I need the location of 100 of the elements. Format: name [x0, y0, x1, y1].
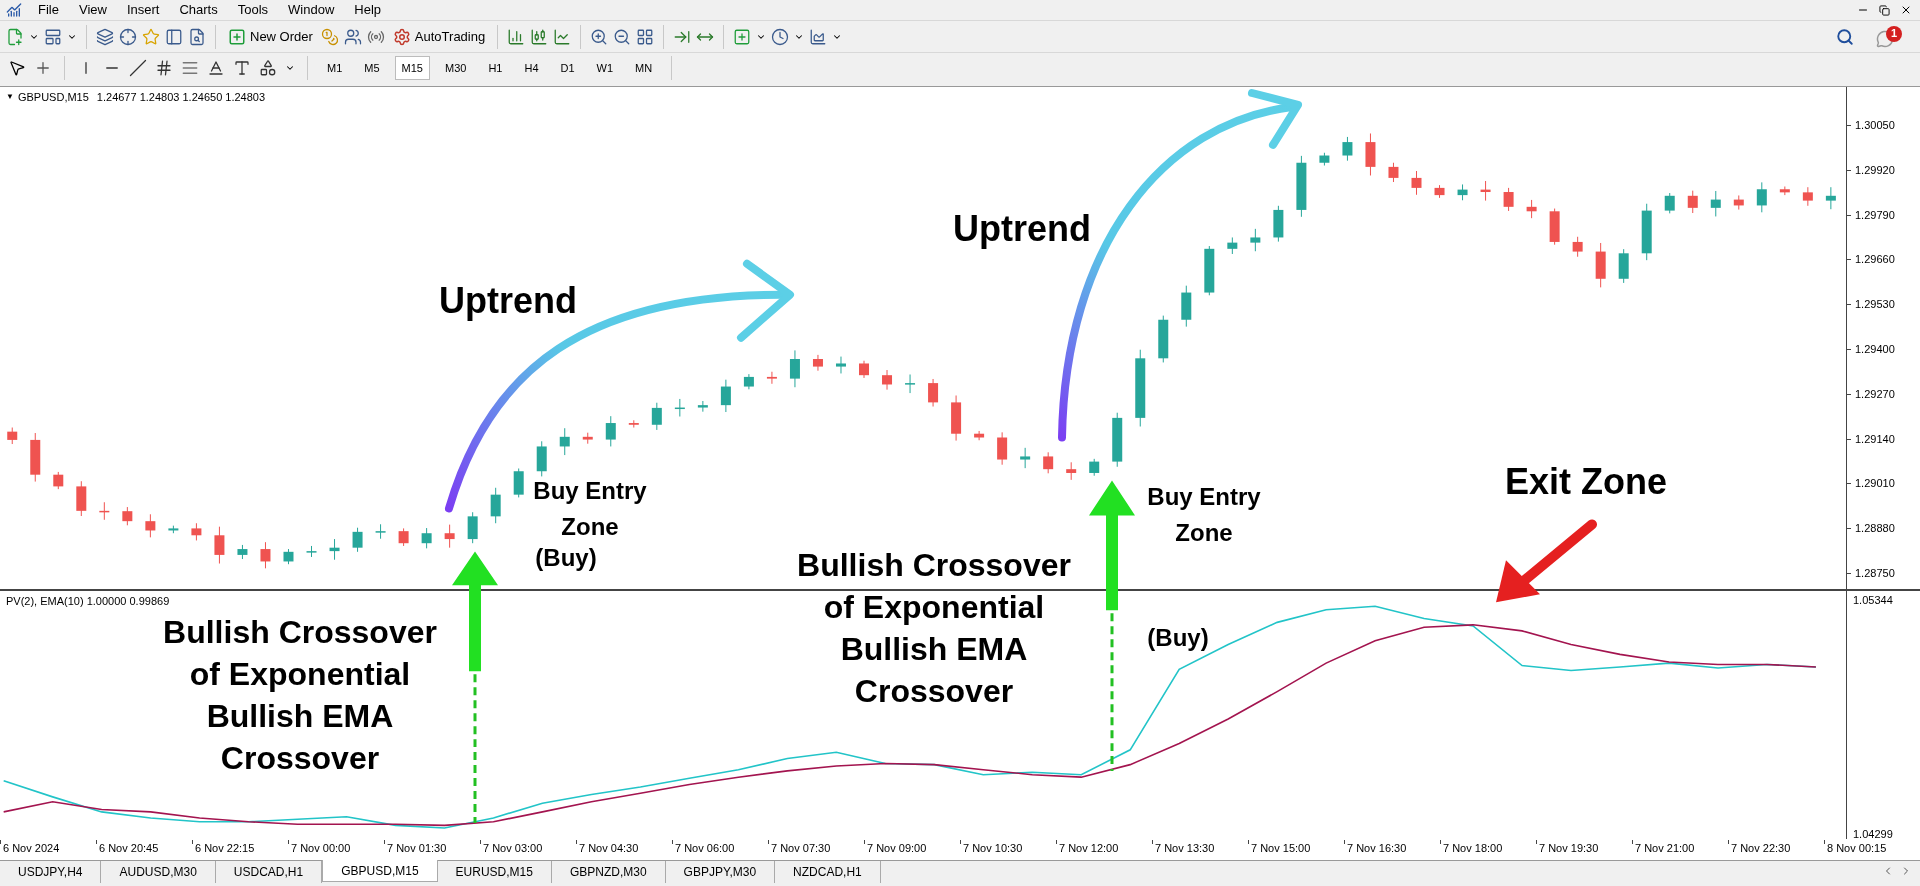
- timeframe-button[interactable]: W1: [589, 56, 621, 80]
- time-tick: 7 Nov 12:00: [1059, 841, 1119, 856]
- price-tick: 1.29660: [1855, 252, 1895, 267]
- menu-item[interactable]: Help: [344, 0, 392, 20]
- menu-item[interactable]: View: [68, 0, 117, 20]
- candlestick: [812, 354, 823, 372]
- candlestick: [214, 526, 225, 565]
- time-tick: 7 Nov 13:30: [1155, 841, 1215, 856]
- candlestick: [720, 379, 731, 413]
- menu-item[interactable]: File: [28, 0, 69, 20]
- zoom-out-icon[interactable]: [613, 27, 632, 46]
- gear-icon: [392, 27, 411, 46]
- candlestick: [1043, 451, 1054, 474]
- new-chart-icon[interactable]: [6, 27, 24, 46]
- text-tool-icon[interactable]: [207, 59, 225, 77]
- entry-zone-label: Buy Entry Zone: [1147, 482, 1261, 548]
- search-icon[interactable]: [1836, 27, 1854, 46]
- candlestick: [1250, 228, 1261, 252]
- file-search-icon[interactable]: [188, 27, 206, 46]
- zoom-in-icon[interactable]: [590, 27, 609, 46]
- candlestick: [697, 400, 708, 413]
- candlestick: [1756, 181, 1767, 213]
- candlestick: [1388, 162, 1399, 183]
- time-tick: 7 Nov 19:30: [1539, 841, 1599, 856]
- timeframe-button[interactable]: M5: [357, 56, 387, 80]
- timeframe-button[interactable]: H1: [481, 56, 510, 80]
- time-tick: 7 Nov 06:00: [675, 841, 735, 856]
- price-tick: 1.29530: [1855, 297, 1895, 312]
- candlestick: [974, 430, 985, 441]
- line-chart-icon[interactable]: [553, 27, 572, 46]
- time-tick: 7 Nov 16:30: [1347, 841, 1407, 856]
- candlestick: [789, 349, 800, 388]
- price-tick: 1.29270: [1855, 386, 1895, 401]
- timeframe-button[interactable]: M15: [394, 56, 430, 80]
- time-tick: 7 Nov 21:00: [1635, 841, 1695, 856]
- timeframe-button[interactable]: MN: [628, 56, 660, 80]
- time-tick: 6 Nov 2024: [3, 841, 60, 856]
- bar-chart-icon[interactable]: [507, 27, 526, 46]
- candlestick: [352, 527, 363, 553]
- menu-item[interactable]: Tools: [227, 0, 279, 20]
- price-tick: 1.29920: [1855, 162, 1895, 177]
- time-tick: 7 Nov 04:30: [579, 841, 639, 856]
- uptrend-label: Uptrend: [439, 279, 577, 323]
- crosshair-icon[interactable]: [119, 27, 137, 46]
- uptrend-label: Uptrend: [953, 207, 1091, 251]
- menu-item[interactable]: Insert: [116, 0, 170, 20]
- crossover-label: Bullish Crossover of Exponential Bullish EMA Crossover: [163, 613, 437, 778]
- channel-icon[interactable]: [155, 59, 173, 77]
- collapse-icon[interactable]: ▼: [6, 91, 14, 104]
- time-tick: 7 Nov 09:00: [867, 841, 927, 856]
- timeframe-button[interactable]: D1: [553, 56, 582, 80]
- candlestick: [1020, 447, 1031, 469]
- timeframe-button[interactable]: M30: [437, 56, 474, 80]
- close-icon[interactable]: [1900, 4, 1912, 16]
- text-label-icon[interactable]: [233, 59, 251, 77]
- quote-values: 1.24677 1.24803 1.24650 1.24803: [96, 90, 266, 105]
- clock-icon[interactable]: [771, 27, 790, 46]
- shapes-icon[interactable]: [259, 59, 277, 77]
- indicator-tick: 1.04299: [1853, 827, 1893, 842]
- time-tick: 7 Nov 07:30: [771, 841, 831, 856]
- price-tick: 1.29140: [1855, 431, 1895, 446]
- star-icon[interactable]: [142, 27, 160, 46]
- candlestick-icon[interactable]: [530, 27, 549, 46]
- pointer-icon[interactable]: [8, 59, 26, 77]
- new-order-button[interactable]: New Order: [225, 26, 316, 47]
- menu-item[interactable]: Charts: [169, 0, 228, 20]
- symbol-label: GBPUSD,M15: [17, 90, 89, 105]
- candlestick: [605, 415, 616, 447]
- crosshair-tool-icon[interactable]: [34, 59, 52, 77]
- notification-badge: 1: [1886, 25, 1902, 42]
- time-tick: 7 Nov 22:30: [1731, 841, 1791, 856]
- time-tick: 8 Nov 00:15: [1827, 841, 1887, 856]
- time-tick: 7 Nov 01:30: [387, 841, 447, 856]
- candlestick: [145, 513, 156, 538]
- price-tick: 1.28880: [1855, 521, 1895, 536]
- candlestick: [559, 427, 570, 456]
- panel-icon[interactable]: [165, 27, 183, 46]
- candlestick: [375, 523, 386, 540]
- time-tick: 6 Nov 22:15: [195, 841, 255, 856]
- chart-tab[interactable]: GBPUSD,M15: [322, 860, 438, 882]
- time-tick: 7 Nov 15:00: [1251, 841, 1311, 856]
- caret-icon[interactable]: [285, 63, 295, 73]
- price-tick: 1.29010: [1855, 476, 1895, 491]
- autotrading-button[interactable]: AutoTrading: [389, 26, 489, 47]
- timeframe-button[interactable]: M1: [320, 56, 350, 80]
- buy-label: (Buy): [535, 543, 597, 573]
- candlestick: [882, 369, 893, 391]
- menu-item[interactable]: Window: [278, 0, 345, 20]
- trendline-icon[interactable]: [129, 59, 147, 77]
- app-icon[interactable]: [6, 2, 22, 18]
- timeframe-button[interactable]: H4: [517, 56, 546, 80]
- restore-icon[interactable]: [1879, 4, 1890, 16]
- candlestick: [122, 506, 133, 526]
- time-tick: 7 Nov 18:00: [1443, 841, 1503, 856]
- candlestick: [1572, 236, 1583, 258]
- time-tick: 7 Nov 00:00: [291, 841, 351, 856]
- layers-icon[interactable]: [96, 27, 114, 46]
- tile-windows-icon[interactable]: [636, 27, 655, 46]
- users-icon[interactable]: [343, 27, 362, 46]
- candlestick: [1825, 186, 1836, 210]
